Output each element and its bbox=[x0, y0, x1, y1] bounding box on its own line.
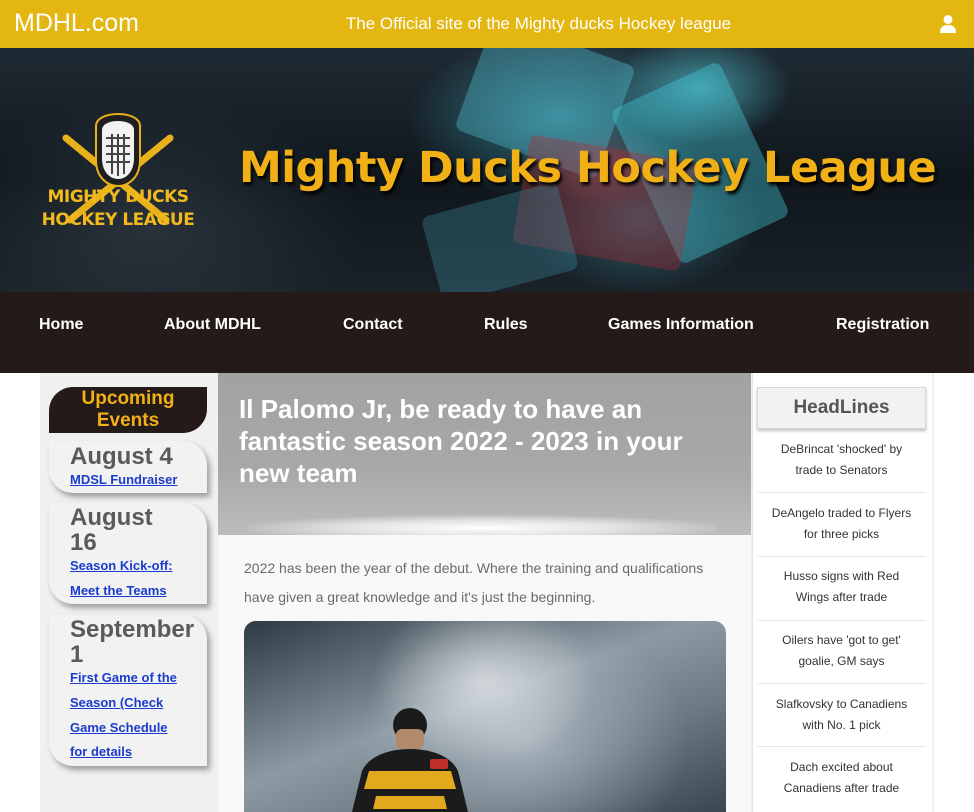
event-link[interactable]: MDSL Fundraiser bbox=[70, 467, 177, 492]
event-card: September 1 First Game of the Season (Ch… bbox=[49, 615, 207, 766]
headline-line-1: Oilers have 'got to get' bbox=[782, 633, 901, 647]
event-link[interactable]: Meet the Teams bbox=[70, 578, 167, 603]
main-nav: Home About MDHL Contact Rules Games Info… bbox=[0, 292, 974, 373]
headline-divider bbox=[757, 746, 926, 747]
events-heading-line-2: Events bbox=[96, 410, 160, 431]
hero-title: Mighty Ducks Hockey League bbox=[239, 143, 937, 193]
headline-line-2: Canadiens after trade bbox=[783, 781, 900, 795]
hockey-player-illustration bbox=[352, 708, 468, 812]
headline-line-1: Husso signs with Red bbox=[783, 569, 900, 583]
headline-line-2: goalie, GM says bbox=[798, 654, 885, 668]
event-date-line-2: 1 bbox=[70, 641, 84, 668]
headline-line-2: for three picks bbox=[803, 527, 880, 541]
headline-line-2: trade to Senators bbox=[795, 463, 888, 477]
event-link[interactable]: Season Kick-off: bbox=[70, 553, 173, 578]
headline-divider bbox=[757, 492, 926, 493]
logo-line-1: MIGHTY DUCKS bbox=[47, 187, 189, 207]
nav-home[interactable]: Home bbox=[39, 316, 83, 334]
event-card: August 4 MDSL Fundraiser bbox=[49, 441, 207, 493]
hero-banner: MIGHTY DUCKS HOCKEY LEAGUE Mighty Ducks … bbox=[0, 48, 974, 292]
upcoming-events-heading: Upcoming Events bbox=[49, 387, 207, 433]
headline-divider bbox=[757, 620, 926, 621]
nav-games-information[interactable]: Games Information bbox=[608, 316, 754, 334]
event-link[interactable]: First Game of the bbox=[70, 665, 177, 690]
headline-item[interactable]: Slafkovsky to Canadiens with No. 1 pick bbox=[757, 694, 926, 736]
headline-line-1: Dach excited about bbox=[790, 760, 893, 774]
headline-line-1: DeAngelo traded to Flyers bbox=[771, 506, 912, 520]
events-heading-line-1: Upcoming bbox=[81, 388, 175, 409]
article-title[interactable]: Il Palomo Jr, be ready to have an fantas… bbox=[239, 393, 739, 489]
logo-line-2: HOCKEY LEAGUE bbox=[41, 210, 195, 230]
nav-rules[interactable]: Rules bbox=[484, 316, 528, 334]
headline-line-2: Wings after trade bbox=[795, 590, 888, 604]
headline-line-2: with No. 1 pick bbox=[802, 718, 881, 732]
headline-line-1: Slafkovsky to Canadiens bbox=[775, 697, 908, 711]
headline-item[interactable]: DeBrincat 'shocked' by trade to Senators bbox=[757, 439, 926, 481]
headline-divider bbox=[757, 556, 926, 557]
event-date-line-2: 16 bbox=[70, 529, 97, 556]
event-link[interactable]: Season (Check bbox=[70, 690, 163, 715]
event-date-line-1: September bbox=[70, 616, 195, 643]
top-bar: MDHL.com The Official site of the Mighty… bbox=[0, 0, 974, 48]
hero-ice-shard bbox=[420, 181, 580, 292]
headlines-heading: HeadLines bbox=[757, 387, 926, 429]
event-date: August 16 bbox=[70, 505, 153, 555]
headline-divider bbox=[757, 683, 926, 684]
article-image[interactable] bbox=[244, 621, 726, 812]
event-date: September 1 bbox=[70, 617, 194, 667]
event-link[interactable]: Game Schedule bbox=[70, 715, 168, 740]
headline-item[interactable]: DeAngelo traded to Flyers for three pick… bbox=[757, 503, 926, 545]
headline-item[interactable]: Oilers have 'got to get' goalie, GM says bbox=[757, 630, 926, 672]
headline-item[interactable]: Husso signs with Red Wings after trade bbox=[757, 566, 926, 608]
nav-contact[interactable]: Contact bbox=[343, 316, 403, 334]
site-tagline: The Official site of the Mighty ducks Ho… bbox=[345, 14, 732, 33]
nav-about[interactable]: About MDHL bbox=[164, 316, 261, 334]
headline-item[interactable]: Dach excited about Canadiens after trade bbox=[757, 757, 926, 799]
logo-text: MIGHTY DUCKS HOCKEY LEAGUE bbox=[38, 186, 198, 232]
user-icon[interactable] bbox=[939, 14, 957, 34]
event-card: August 16 Season Kick-off: Meet the Team… bbox=[49, 503, 207, 604]
event-date: August 4 bbox=[70, 443, 173, 470]
event-link[interactable]: for details bbox=[70, 739, 132, 764]
event-date-line-1: August bbox=[70, 504, 153, 531]
nav-registration[interactable]: Registration bbox=[836, 316, 929, 334]
headline-line-1: DeBrincat 'shocked' by bbox=[780, 442, 903, 456]
article-text: 2022 has been the year of the debut. Whe… bbox=[244, 560, 704, 605]
